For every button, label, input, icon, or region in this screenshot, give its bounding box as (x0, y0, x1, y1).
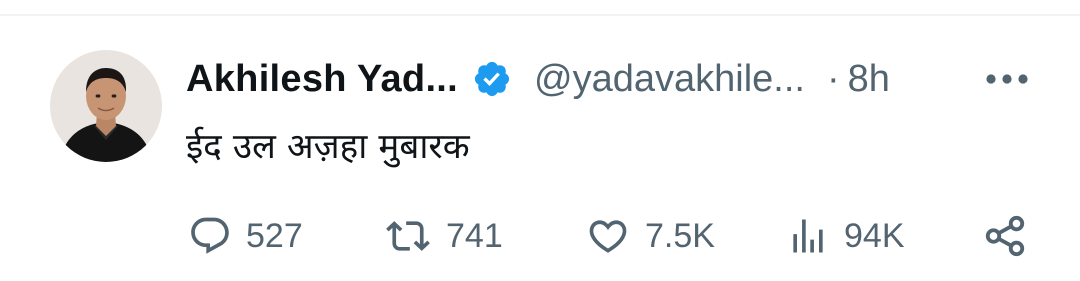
reply-icon (188, 214, 232, 258)
avatar[interactable] (50, 50, 162, 162)
views-button[interactable]: 94K (786, 212, 905, 260)
action-bar: 527 741 7.5K 94K (0, 212, 1080, 260)
like-button[interactable]: 7.5K (585, 212, 715, 260)
retweet-button[interactable]: 741 (384, 212, 503, 260)
heart-icon (585, 214, 631, 258)
views-bar-chart-icon (786, 214, 830, 258)
retweet-icon (384, 214, 432, 258)
timestamp[interactable]: 8h (848, 58, 890, 101)
share-icon (982, 213, 1028, 259)
tweet-header: Akhilesh Yad... @yadavakhile... · 8h (186, 54, 890, 104)
more-options-icon[interactable] (985, 64, 1029, 94)
share-button[interactable] (982, 212, 1028, 260)
tweet-text: ईद उल अज़हा मुबारक (186, 127, 470, 167)
avatar-photo-icon (50, 50, 162, 162)
tweet[interactable]: Akhilesh Yad... @yadavakhile... · 8h ईद … (0, 16, 1080, 281)
display-name[interactable]: Akhilesh Yad... (186, 58, 458, 101)
separator-dot: · (826, 57, 840, 100)
views-count: 94K (844, 216, 905, 255)
reply-button[interactable]: 527 (188, 212, 303, 260)
verified-badge-icon[interactable] (472, 55, 520, 103)
user-handle[interactable]: @yadavakhile... (534, 58, 805, 101)
like-count: 7.5K (645, 216, 715, 255)
retweet-count: 741 (446, 216, 503, 255)
reply-count: 527 (246, 216, 303, 255)
